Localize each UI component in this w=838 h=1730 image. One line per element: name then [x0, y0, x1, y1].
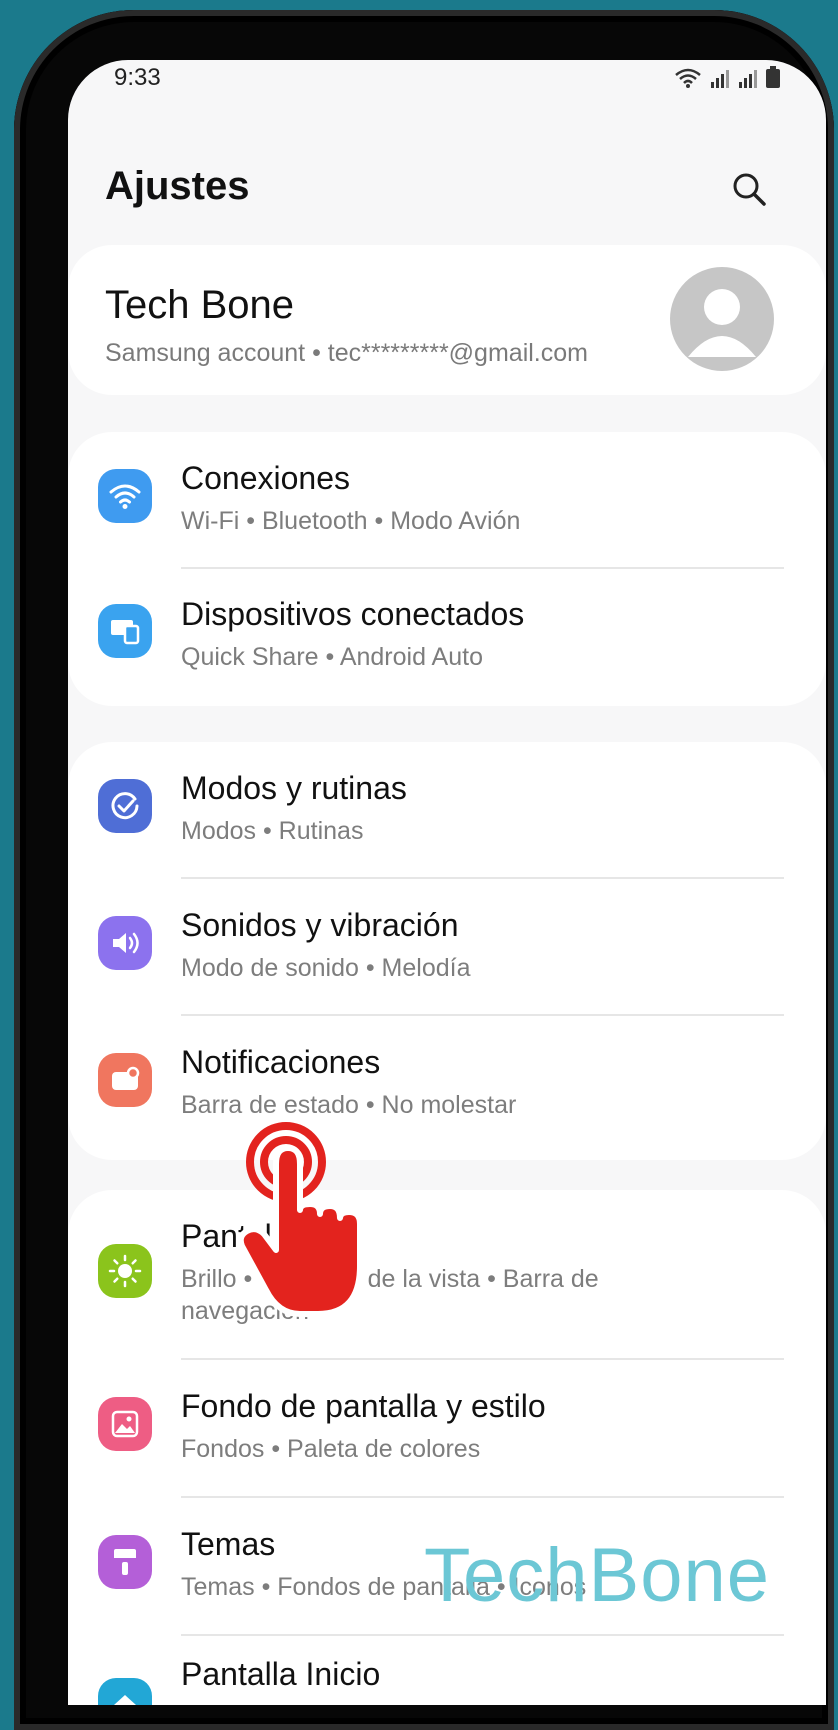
account-subtitle: Samsung account • tec*********@gmail.com [105, 339, 588, 367]
settings-item-pantalla-inicio[interactable]: Pantalla Inicio [68, 1636, 826, 1705]
item-subtitle: Fondos • Paleta de colores [181, 1435, 481, 1463]
search-button[interactable] [726, 166, 772, 212]
screen: 9:33 Ajustes Tech Bone Samsung account •… [68, 60, 826, 1705]
avatar-person-icon [688, 289, 756, 357]
status-bar: 9:33 [68, 60, 826, 110]
item-subtitle: Wi-Fi • Bluetooth • Modo Avión [181, 507, 521, 535]
speaker-icon [98, 916, 152, 970]
tap-hand-icon [238, 1122, 363, 1317]
settings-item-modos-rutinas[interactable]: Modos y rutinas Modos • Rutinas [68, 742, 826, 878]
settings-item-fondo-pantalla-estilo[interactable]: Fondo de pantalla y estilo Fondos • Pale… [68, 1360, 826, 1496]
image-icon [98, 1397, 152, 1451]
signal-icon [711, 70, 729, 88]
item-subtitle: Modos • Rutinas [181, 817, 364, 845]
account-name: Tech Bone [105, 283, 295, 327]
settings-group-connections: Conexiones Wi-Fi • Bluetooth • Modo Avió… [68, 432, 826, 706]
settings-item-sonidos-vibracion[interactable]: Sonidos y vibración Modo de sonido • Mel… [68, 879, 826, 1015]
wifi-icon [98, 469, 152, 523]
item-title: Dispositivos conectados [181, 596, 525, 632]
signal-icon-2 [739, 70, 757, 88]
page-title: Ajustes [105, 164, 250, 208]
account-card[interactable]: Tech Bone Samsung account • tec*********… [68, 245, 826, 395]
settings-item-conexiones[interactable]: Conexiones Wi-Fi • Bluetooth • Modo Avió… [68, 432, 826, 568]
settings-item-pantalla[interactable]: Pantalla Brillo • Protector de la vista … [68, 1190, 826, 1358]
phone-frame: 9:33 Ajustes Tech Bone Samsung account •… [14, 10, 834, 1730]
item-title: Conexiones [181, 460, 350, 496]
settings-group-display: Pantalla Brillo • Protector de la vista … [68, 1190, 826, 1705]
search-icon [733, 173, 766, 206]
item-title: Temas [181, 1526, 276, 1562]
item-subtitle: Barra de estado • No molestar [181, 1091, 517, 1119]
battery-icon [766, 66, 780, 88]
settings-item-notificaciones[interactable]: Notificaciones Barra de estado • No mole… [68, 1016, 826, 1152]
avatar[interactable] [670, 267, 774, 371]
item-subtitle: Quick Share • Android Auto [181, 643, 483, 671]
check-circle-icon [98, 779, 152, 833]
status-icons [674, 66, 780, 88]
item-title: Notificaciones [181, 1044, 381, 1080]
item-title: Modos y rutinas [181, 770, 407, 806]
devices-icon [98, 604, 152, 658]
watermark-text: TechBone [424, 1533, 771, 1618]
item-title: Sonidos y vibración [181, 907, 459, 943]
item-title: Fondo de pantalla y estilo [181, 1388, 546, 1424]
home-icon [98, 1678, 152, 1705]
paint-brush-icon [98, 1535, 152, 1589]
item-title: Pantalla Inicio [181, 1656, 381, 1692]
status-time: 9:33 [114, 64, 161, 91]
settings-group-modes: Modos y rutinas Modos • Rutinas Sonidos … [68, 742, 826, 1160]
sun-icon [98, 1244, 152, 1298]
notification-icon [98, 1053, 152, 1107]
item-subtitle: Modo de sonido • Melodía [181, 954, 471, 982]
settings-item-dispositivos-conectados[interactable]: Dispositivos conectados Quick Share • An… [68, 569, 826, 705]
wifi-status-icon [675, 68, 701, 88]
